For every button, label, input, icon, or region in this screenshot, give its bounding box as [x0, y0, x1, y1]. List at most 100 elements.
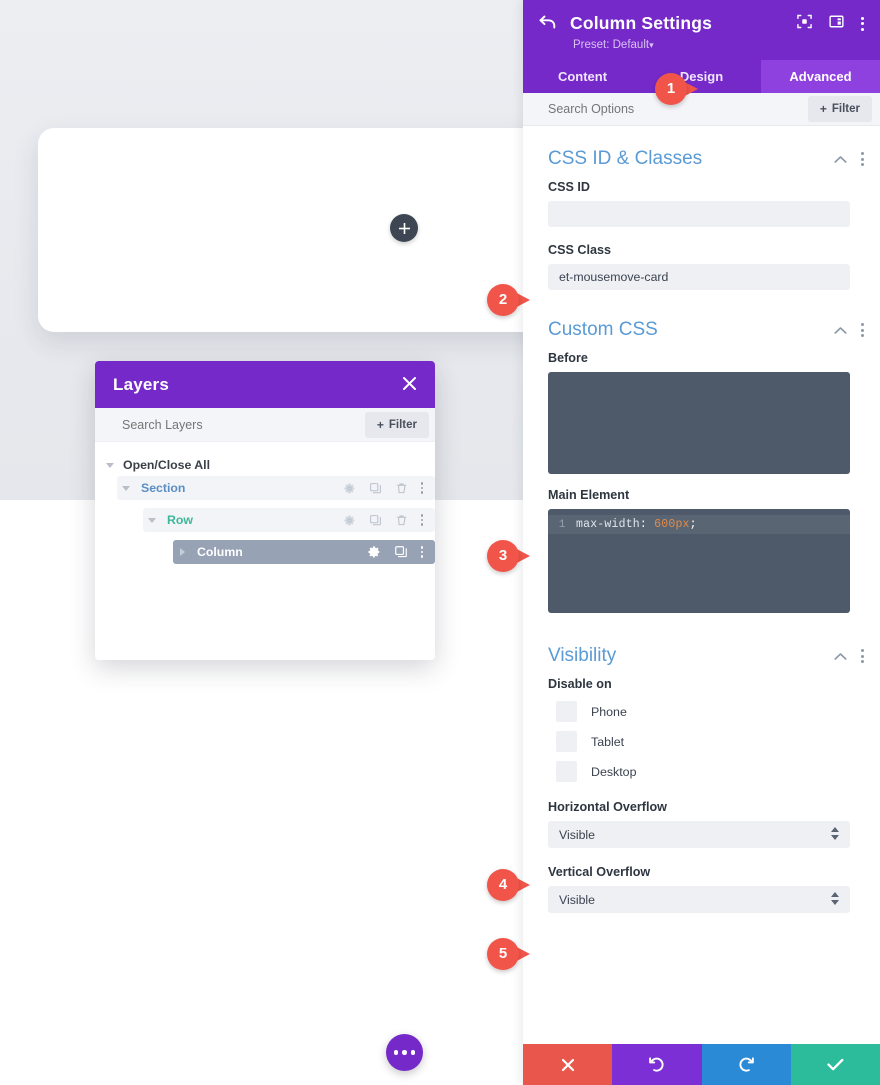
horizontal-overflow-select[interactable]: Visible	[548, 821, 850, 848]
row-toggle[interactable]	[143, 517, 161, 523]
add-module-button[interactable]	[390, 214, 418, 242]
field-css-id: CSS ID	[523, 180, 880, 227]
css-semicolon: ;	[689, 518, 697, 531]
trash-icon[interactable]	[395, 482, 408, 495]
field-custom-css-before: Before	[523, 351, 880, 474]
plus-icon: +	[376, 417, 384, 432]
chevron-down-icon: ▾	[649, 40, 654, 50]
ellipsis-vertical-icon[interactable]	[861, 152, 864, 166]
ellipsis-vertical-icon[interactable]	[861, 16, 864, 31]
layer-row-section[interactable]: Section	[117, 476, 435, 500]
section-header-visibility[interactable]: Visibility	[523, 619, 880, 677]
caret-down-icon	[122, 485, 130, 491]
checkbox-label: Desktop	[591, 764, 637, 779]
gear-icon[interactable]	[343, 482, 356, 495]
back-arrow-icon[interactable]	[539, 14, 556, 33]
css-class-input[interactable]	[548, 264, 850, 290]
vertical-overflow-select-wrap: Visible	[548, 886, 850, 913]
trash-icon[interactable]	[395, 514, 408, 527]
ellipsis-vertical-icon[interactable]	[420, 482, 423, 494]
disable-on-phone-checkbox[interactable]	[556, 701, 577, 722]
ellipsis-vertical-icon[interactable]	[420, 546, 423, 558]
panel-layout-icon[interactable]	[829, 14, 844, 34]
duplicate-icon[interactable]	[369, 514, 382, 527]
layer-label: Column	[197, 545, 243, 559]
callout-4: 4	[487, 866, 539, 904]
callout-5: 5	[487, 935, 539, 973]
tab-advanced[interactable]: Advanced	[761, 60, 880, 93]
discard-changes-button[interactable]	[523, 1044, 613, 1085]
column-toggle[interactable]	[173, 548, 191, 556]
field-label: Horizontal Overflow	[548, 800, 667, 814]
tab-content[interactable]: Content	[523, 60, 642, 93]
layers-filter-label: Filter	[388, 418, 417, 431]
caret-right-icon	[179, 548, 185, 556]
open-close-all-toggle[interactable]: Open/Close All	[95, 454, 435, 476]
chevron-up-icon[interactable]	[834, 152, 847, 167]
callout-2: 2	[487, 281, 539, 319]
ellipsis-vertical-icon[interactable]	[861, 323, 864, 337]
close-icon[interactable]	[402, 376, 417, 394]
field-custom-css-main-element: Main Element 1 max-width: 600px;	[523, 488, 880, 613]
layers-search-input[interactable]	[122, 417, 365, 432]
redo-button[interactable]	[701, 1044, 791, 1085]
section-header-custom-css[interactable]: Custom CSS	[523, 294, 880, 351]
ellipsis-vertical-icon[interactable]	[420, 514, 423, 526]
section-toggle[interactable]	[117, 485, 135, 491]
layer-label: Section	[141, 481, 186, 495]
spinner-arrows-icon[interactable]	[831, 827, 839, 840]
disable-on-desktop-checkbox[interactable]	[556, 761, 577, 782]
duplicate-icon[interactable]	[369, 482, 382, 495]
checkbox-label: Phone	[591, 704, 627, 719]
field-label: Disable on	[548, 677, 612, 691]
save-button[interactable]	[790, 1044, 880, 1085]
app-root: Layers + Filter Open/Close All Sect	[0, 0, 880, 1085]
canvas-more-button[interactable]	[386, 1034, 423, 1071]
callout-3: 3	[487, 537, 539, 575]
ellipsis-vertical-icon[interactable]	[861, 649, 864, 663]
css-value: 600px	[654, 518, 690, 531]
layer-row-actions	[367, 545, 428, 559]
custom-css-before-editor[interactable]	[548, 372, 850, 474]
caret-down-icon	[106, 462, 114, 468]
undo-icon	[649, 1056, 664, 1072]
layers-filter-button[interactable]: + Filter	[364, 411, 429, 438]
spinner-arrows-icon[interactable]	[831, 892, 839, 905]
css-id-input[interactable]	[548, 201, 850, 227]
focus-target-icon[interactable]	[797, 14, 812, 34]
vertical-overflow-select[interactable]: Visible	[548, 886, 850, 913]
field-label: Before	[548, 351, 588, 365]
options-filter-button[interactable]: + Filter	[807, 96, 872, 122]
section-title: Visibility	[548, 645, 617, 666]
layer-row-actions	[343, 482, 428, 495]
page-title: Column Settings	[570, 13, 713, 33]
duplicate-icon[interactable]	[394, 545, 408, 559]
checkbox-row-phone: Phone	[548, 701, 850, 722]
disable-on-tablet-checkbox[interactable]	[556, 731, 577, 752]
custom-css-main-element-editor[interactable]: 1 max-width: 600px;	[548, 509, 850, 613]
gear-icon[interactable]	[367, 545, 381, 559]
layers-panel-title: Layers	[113, 374, 170, 394]
open-close-all-label: Open/Close All	[123, 458, 211, 472]
settings-options-scroll[interactable]: CSS ID & Classes CSS ID CSS Class Custom…	[523, 126, 880, 1044]
callout-1: 1	[655, 70, 707, 108]
column-settings-panel: Column Settings Preset: Default▾ Content…	[523, 0, 880, 1085]
gear-icon[interactable]	[343, 514, 356, 527]
layer-row-row[interactable]: Row	[143, 508, 435, 532]
preset-label: Preset: Default	[573, 39, 650, 51]
select-value: Visible	[559, 827, 596, 842]
preview-card	[38, 128, 558, 332]
undo-button[interactable]	[612, 1044, 702, 1085]
chevron-up-icon[interactable]	[834, 323, 847, 338]
section-header-css-id-classes[interactable]: CSS ID & Classes	[523, 126, 880, 180]
callout-number: 5	[498, 945, 508, 962]
chevron-up-icon[interactable]	[834, 649, 847, 664]
checkbox-row-desktop: Desktop	[548, 761, 850, 782]
layers-search-bar: + Filter	[95, 408, 435, 442]
field-horizontal-overflow: Horizontal Overflow Visible	[523, 800, 880, 848]
preset-selector[interactable]: Preset: Default▾	[539, 39, 864, 51]
callout-number: 1	[666, 80, 676, 97]
callout-number: 3	[498, 547, 508, 564]
select-value: Visible	[559, 892, 596, 907]
layer-row-column[interactable]: Column	[173, 540, 435, 564]
